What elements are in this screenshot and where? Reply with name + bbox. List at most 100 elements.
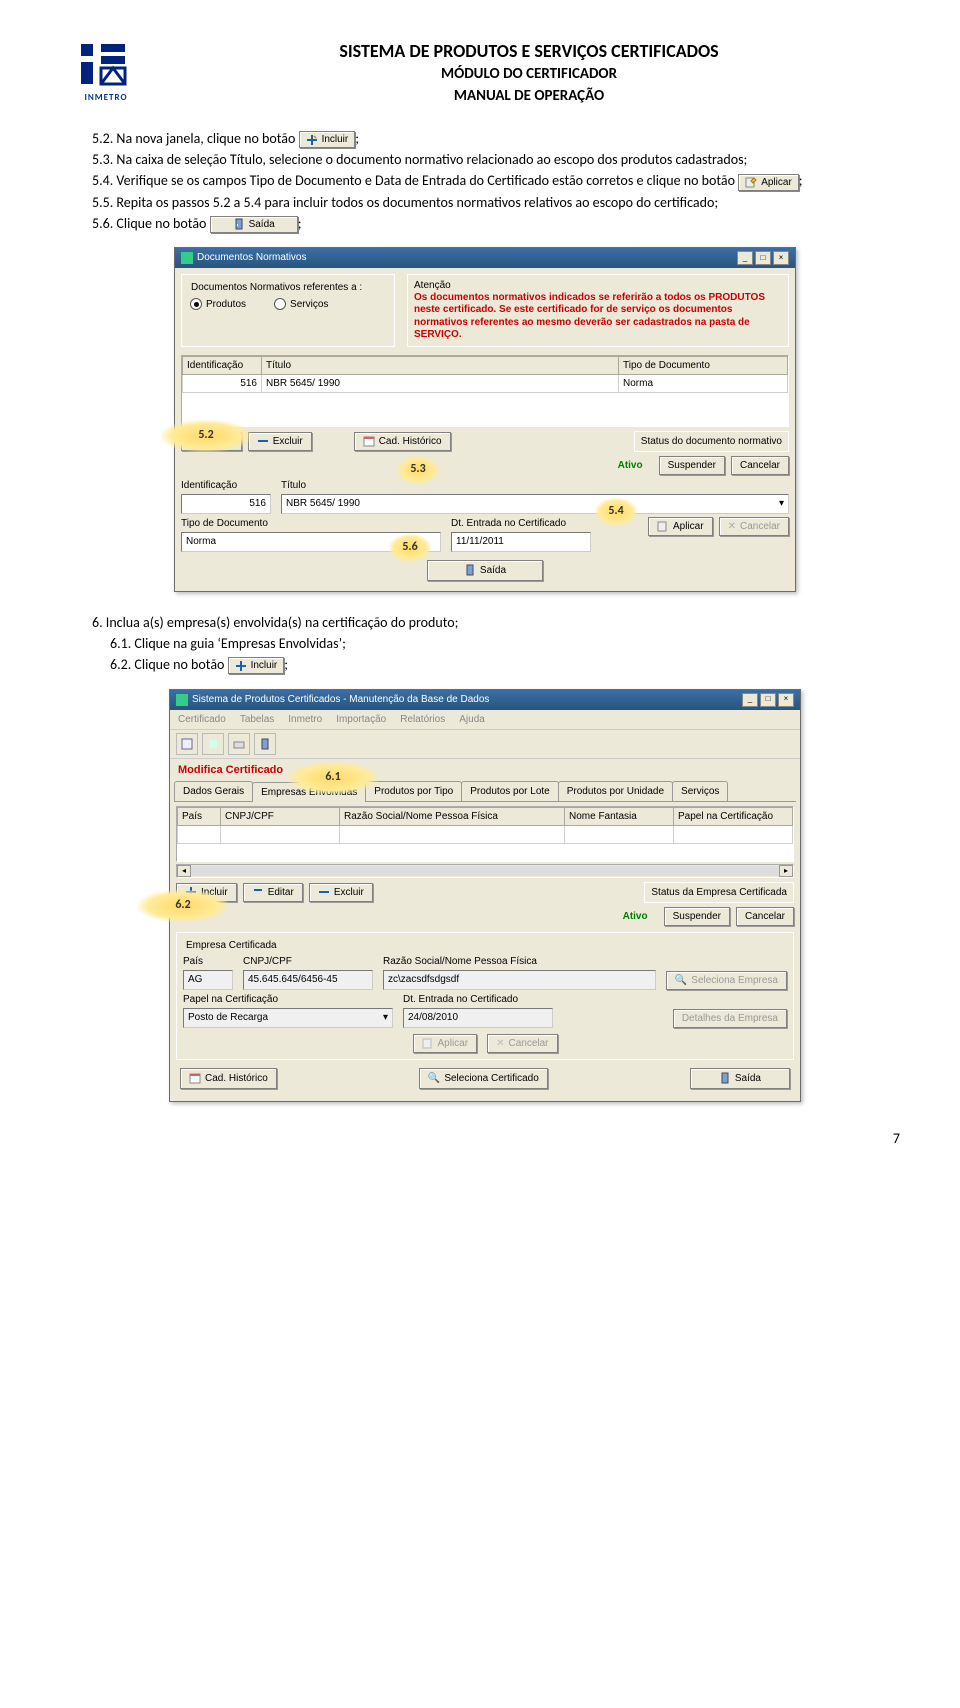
table-row[interactable]: 516 NBR 5645/ 1990 Norma [183,374,788,392]
maximize-button[interactable]: □ [755,251,771,265]
menu-relatorios[interactable]: Relatórios [400,713,445,726]
emp-incluir-button[interactable]: Incluir [176,883,237,902]
chevron-down-icon: ▾ [383,1011,388,1025]
cad-historico-button[interactable]: Cad. Histórico [354,432,451,451]
minus-icon [318,886,330,898]
tab-produtos-tipo[interactable]: Produtos por Tipo [365,781,462,801]
label-pais: País [183,955,233,968]
app-icon [181,252,193,264]
saida-button[interactable]: Saída [427,560,543,581]
excluir-button[interactable]: Excluir [248,432,312,451]
col-cnpj[interactable]: CNPJ/CPF [221,807,340,825]
col-tipo[interactable]: Tipo de Documento [619,356,788,374]
radio-servicos[interactable]: Serviços [274,298,328,311]
atencao-box: Atenção Os documentos normativos indicad… [407,274,789,347]
suspender-button[interactable]: Suspender [659,456,725,475]
status-value: Ativo [618,459,643,472]
cancelar-button[interactable]: ✕ Cancelar [719,517,789,536]
emp-cancelar-button[interactable]: Cancelar [736,907,794,926]
emp-status-label: Status da Empresa Certificada [651,886,787,899]
seleciona-certificado-button[interactable]: 🔍Seleciona Certificado [419,1068,548,1089]
incluir-button-inline-2[interactable]: Incluir [228,657,285,674]
title-line-3: MANUAL DE OPERAÇÃO [158,87,900,107]
minimize-button[interactable]: _ [737,251,753,265]
tab-produtos-unidade[interactable]: Produtos por Unidade [558,781,673,801]
tab-empresas-envolvidas[interactable]: Empresas Envolvidas [252,782,366,802]
incluir-button-inline[interactable]: Incluir [299,131,356,148]
close-button[interactable]: × [778,693,794,707]
menu-certificado[interactable]: Certificado [178,713,226,726]
menu-tabelas[interactable]: Tabelas [240,713,274,726]
label-tipo-documento: Tipo de Documento [181,517,441,530]
label-data-entrada-emp: Dt. Entrada no Certificado [403,993,553,1006]
step-5-6: 5.6. Clique no botão Saída; [92,215,890,233]
logo-text: INMETRO [84,92,127,104]
menu-importacao[interactable]: Importação [336,713,386,726]
seleciona-empresa-button[interactable]: 🔍Seleciona Empresa [666,971,787,990]
col-papel[interactable]: Papel na Certificação [674,807,793,825]
toolbar-icon-4[interactable] [254,733,276,755]
menu-inmetro[interactable]: Inmetro [288,713,322,726]
label-titulo: Título [281,479,789,492]
radio-produtos[interactable]: Produtos [190,298,246,311]
saida-button-inline[interactable]: Saída [210,216,298,233]
minimize-button[interactable]: _ [742,693,758,707]
atencao-label: Atenção [414,279,782,292]
emp-form-cancelar-button[interactable]: ✕ Cancelar [487,1034,557,1053]
calendar-icon [363,435,375,447]
tab-dados-gerais[interactable]: Dados Gerais [174,781,253,801]
select-titulo[interactable]: NBR 5645/ 1990▾ [281,494,789,514]
col-identificacao[interactable]: Identificação [183,356,262,374]
empresas-table: País CNPJ/CPF Razão Social/Nome Pessoa F… [177,807,793,844]
header-titles: SISTEMA DE PRODUTOS E SERVIÇOS CERTIFICA… [158,40,900,106]
label-cnpj: CNPJ/CPF [243,955,373,968]
step-5-2: 5.2. Na nova janela, clique no botão Inc… [92,130,890,148]
plus-icon [235,660,247,672]
emp-aplicar-button[interactable]: Aplicar [413,1034,478,1053]
exit-icon [464,564,476,576]
window-titlebar: Documentos Normativos _□× [175,248,795,268]
toolbar-icon-3[interactable] [228,733,250,755]
modifica-certificado-title: Modifica Certificado [170,759,800,781]
status-cancelar-button[interactable]: Cancelar [731,456,789,475]
emp-excluir-button[interactable]: Excluir [309,883,373,902]
col-nome-fantasia[interactable]: Nome Fantasia [565,807,674,825]
input-identificacao[interactable]: 516 [181,494,271,514]
maximize-button[interactable]: □ [760,693,776,707]
detalhes-empresa-button[interactable]: Detalhes da Empresa [673,1009,787,1028]
incluir-button[interactable]: Incluir [181,432,242,451]
toolbar-icon-2[interactable] [202,733,224,755]
col-titulo[interactable]: Título [262,356,619,374]
step-5-3: 5.3. Na caixa de seleção Título, selecio… [92,151,890,169]
plus-icon [185,886,197,898]
body-steps-6: 6. Inclua a(s) empresa(s) envolvida(s) n… [70,614,900,675]
empresas-table-area: País CNPJ/CPF Razão Social/Nome Pessoa F… [176,806,794,862]
toolbar-icon-1[interactable] [176,733,198,755]
close-button[interactable]: × [773,251,789,265]
tab-produtos-lote[interactable]: Produtos por Lote [461,781,559,801]
cad-historico-button-2[interactable]: Cad. Histórico [180,1068,277,1089]
window-sistema-produtos: Sistema de Produtos Certificados - Manut… [169,689,801,1102]
input-cnpj: 45.645.645/6456-45 [243,970,373,990]
col-pais[interactable]: País [178,807,221,825]
emp-suspender-button[interactable]: Suspender [664,907,730,926]
label-papel: Papel na Certificação [183,993,393,1006]
emp-editar-button[interactable]: Editar [243,883,303,902]
input-tipo-documento[interactable]: Norma [181,532,441,552]
col-razao[interactable]: Razão Social/Nome Pessoa Física [340,807,565,825]
saida-button-2[interactable]: Saída [690,1068,790,1089]
table-row[interactable]: AG 45.645.645/6456-45 zc\zacsdfsdgsdf sf… [178,825,793,843]
step-5-5: 5.5. Repita os passos 5.2 a 5.4 para inc… [92,194,890,212]
horizontal-scrollbar[interactable]: ◂▸ [176,864,794,878]
tab-servicos[interactable]: Serviços [672,781,728,801]
aplicar-button[interactable]: Aplicar [648,517,713,536]
step-6-2: 6.2. Clique no botão Incluir; [92,656,890,674]
plus-icon [190,435,202,447]
apply-icon [657,520,669,532]
title-line-1: SISTEMA DE PRODUTOS E SERVIÇOS CERTIFICA… [158,40,900,63]
input-data-entrada[interactable]: 11/11/2011 [451,532,591,552]
menu-ajuda[interactable]: Ajuda [459,713,485,726]
page-header: INMETRO SISTEMA DE PRODUTOS E SERVIÇOS C… [70,40,900,112]
aplicar-button-inline[interactable]: Aplicar [738,174,799,191]
calendar-icon [189,1072,201,1084]
